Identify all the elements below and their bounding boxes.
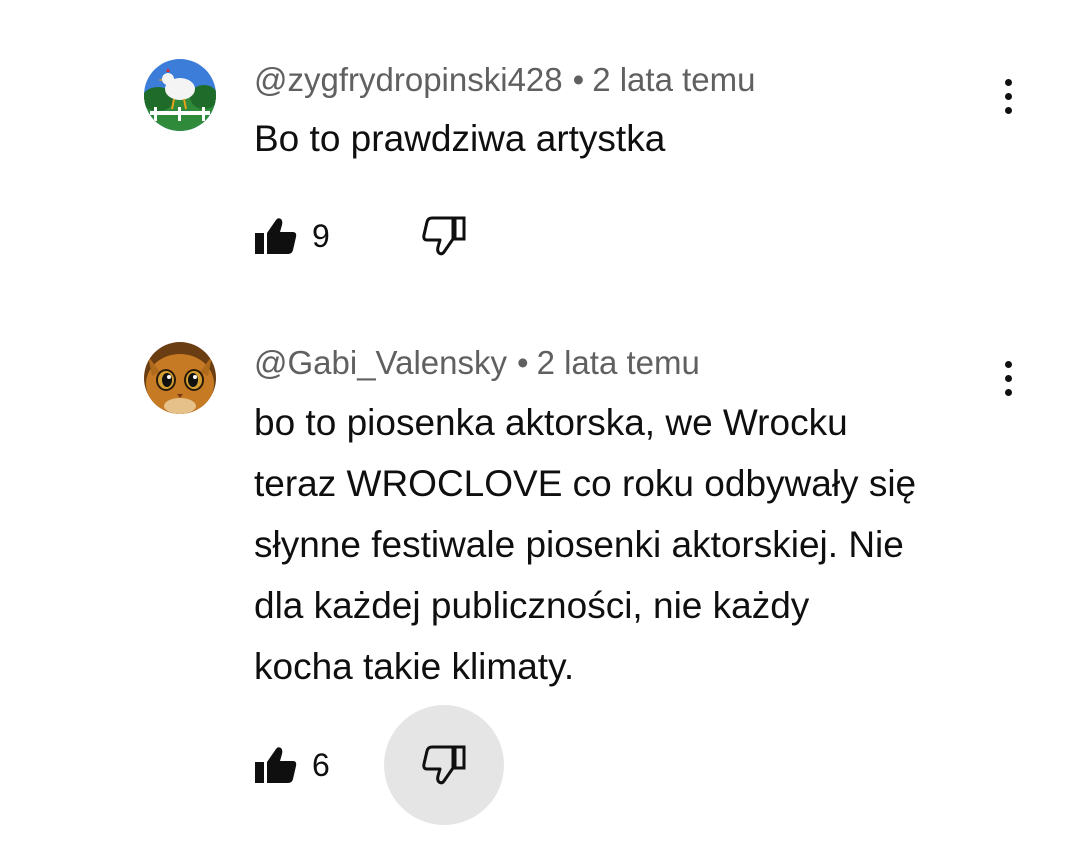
- comment-meta: @zygfrydropinski428 • 2 lata temu: [254, 60, 755, 100]
- thumbs-up-icon: [255, 747, 297, 783]
- comments-section: @zygfrydropinski428 • 2 lata temu Bo to pr…: [0, 0, 1080, 846]
- comment-author[interactable]: @zygfrydropinski428: [254, 61, 563, 98]
- comment-item: @Gabi_Valensky • 2 lata temu bo to piosenk…: [0, 300, 1080, 846]
- like-count: 9: [312, 218, 330, 254]
- kebab-dot: [1004, 106, 1012, 114]
- comment-text-line: Bo to prawdziwa artystka: [254, 118, 666, 159]
- more-options-button[interactable]: [988, 352, 1028, 404]
- dislike-button[interactable]: [384, 176, 504, 296]
- meta-separator: •: [572, 61, 585, 98]
- thumbs-up-icon: [255, 218, 297, 254]
- comment-text: bo to piosenka aktorska, we Wrocku teraz…: [254, 392, 916, 697]
- comment-author[interactable]: @Gabi_Valensky: [254, 344, 507, 381]
- more-options-button[interactable]: [988, 70, 1028, 122]
- comment-text-line: słynne festiwale piosenki aktorskiej. Ni…: [254, 524, 904, 565]
- kebab-dot: [1004, 388, 1012, 396]
- meta-separator: •: [517, 344, 529, 381]
- cat-avatar-icon: [144, 342, 216, 414]
- comment-text-line: kocha takie klimaty.: [254, 646, 575, 687]
- like-count: 6: [312, 747, 330, 783]
- comment-time[interactable]: 2 lata temu: [592, 61, 755, 98]
- comment-time[interactable]: 2 lata temu: [537, 344, 700, 381]
- chicken-avatar-icon: [144, 59, 216, 131]
- avatar[interactable]: [144, 342, 216, 414]
- thumbs-down-icon: [422, 745, 466, 785]
- kebab-dot: [1004, 374, 1012, 382]
- comment-text-line: teraz WROCLOVE co roku odbywały się: [254, 463, 917, 504]
- dislike-button[interactable]: [384, 705, 504, 825]
- kebab-dot: [1004, 92, 1012, 100]
- comment-item: @zygfrydropinski428 • 2 lata temu Bo to pr…: [0, 0, 1080, 300]
- comment-actions: 9: [254, 206, 554, 266]
- comment-text-line: bo to piosenka aktorska, we Wrocku: [254, 402, 848, 443]
- kebab-menu-icon: [1004, 78, 1012, 86]
- like-button[interactable]: [254, 745, 298, 785]
- comment-text-line: dla każdej publiczności, nie każdy: [254, 585, 810, 626]
- like-button[interactable]: [254, 216, 298, 256]
- thumbs-down-icon: [422, 216, 466, 256]
- comment-text: Bo to prawdziwa artystka: [254, 108, 665, 169]
- kebab-menu-icon: [1004, 360, 1012, 368]
- comment-actions: 6: [254, 705, 554, 825]
- avatar[interactable]: [144, 59, 216, 131]
- comment-meta: @Gabi_Valensky • 2 lata temu: [254, 343, 700, 383]
